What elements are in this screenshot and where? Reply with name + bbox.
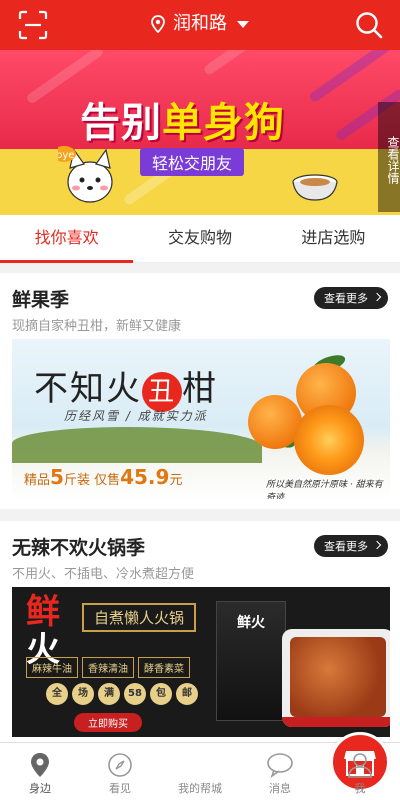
hotpot-offer: 全 场 满 58 包 邮 bbox=[46, 683, 198, 705]
hotpot-bowl-icon bbox=[282, 629, 390, 727]
fruit-headline: 不知火丑柑 bbox=[34, 361, 218, 412]
fruit-promo-image[interactable]: 不知火丑柑 历经风雪 / 成就实力派 精品5斤装 仅售45.9元 所以美自然原汁… bbox=[12, 339, 390, 499]
bottom-navigation: 身边 看见 我的帮城 消息 我 bbox=[0, 732, 400, 800]
location-pin-icon bbox=[31, 753, 49, 777]
top-header: 润和路 bbox=[0, 0, 400, 50]
orange-icon bbox=[294, 405, 364, 475]
section-card-fruit: 鲜果季 现摘自家种丑柑，新鲜又健康 查看更多 不知火丑柑 历经风雪 / 成就实力… bbox=[0, 273, 400, 509]
dog-mascot-icon: bye bbox=[58, 146, 113, 203]
pet-bowl-icon bbox=[292, 174, 338, 201]
section-title: 鲜果季 bbox=[12, 289, 70, 311]
hotpot-flavors: 麻辣牛油 香辣清油 酵香素菜 bbox=[26, 657, 190, 678]
nav-item-nearby[interactable]: 身边 bbox=[0, 752, 80, 796]
search-icon[interactable] bbox=[354, 10, 384, 40]
fruit-script-text: 所以美自然原汁原味 · 甜来有奇迹 bbox=[266, 480, 383, 499]
fruit-price: 精品5斤装 仅售45.9元 bbox=[24, 465, 183, 489]
nav-item-messages[interactable]: 消息 bbox=[240, 752, 320, 796]
hotpot-package: 鲜火 bbox=[216, 601, 286, 721]
banner-detail-link[interactable]: 查看详情 bbox=[378, 102, 400, 212]
section-subtitle: 不用火、不插电、冷水煮超方便 bbox=[12, 567, 195, 582]
view-more-button[interactable]: 查看更多 bbox=[314, 535, 388, 557]
chat-bubble-icon bbox=[267, 753, 293, 778]
compass-icon bbox=[108, 753, 132, 777]
chevron-down-icon bbox=[236, 20, 249, 28]
tab-store-shopping[interactable]: 进店选购 bbox=[267, 215, 400, 262]
nav-item-my-city[interactable]: 我的帮城 bbox=[160, 732, 390, 796]
tab-find-favorites[interactable]: 找你喜欢 bbox=[0, 215, 134, 263]
section-card-hotpot: 无辣不欢火锅季 不用火、不插电、冷水煮超方便 查看更多 鲜 火 自煮懒人火锅 麻… bbox=[0, 521, 400, 743]
location-label: 润和路 bbox=[173, 13, 227, 34]
banner-title: 告别单身狗 bbox=[80, 100, 285, 146]
fruit-tagline: 历经风雪 / 成就实力派 bbox=[64, 409, 208, 423]
location-selector[interactable]: 润和路 bbox=[0, 12, 400, 36]
view-more-button[interactable]: 查看更多 bbox=[314, 287, 388, 309]
section-subtitle: 现摘自家种丑柑，新鲜又健康 bbox=[12, 319, 182, 334]
hotpot-slogan: 自煮懒人火锅 bbox=[82, 603, 197, 632]
nav-item-me[interactable]: 我 bbox=[320, 752, 400, 796]
bye-sticker: bye bbox=[58, 150, 74, 161]
user-icon bbox=[348, 753, 372, 778]
banner-subtitle: 轻松交朋友 bbox=[140, 148, 245, 176]
buy-now-button[interactable]: 立即购买 bbox=[74, 713, 142, 732]
category-tabs: 找你喜欢 交友购物 进店选购 bbox=[0, 215, 400, 263]
section-title: 无辣不欢火锅季 bbox=[12, 537, 146, 559]
hotpot-promo-image[interactable]: 鲜 火 自煮懒人火锅 麻辣牛油 香辣清油 酵香素菜 全 场 满 58 包 邮 立… bbox=[12, 587, 390, 737]
promo-banner[interactable]: 告别单身狗 轻松交朋友 查看详情 bye bbox=[0, 50, 400, 215]
nav-item-discover[interactable]: 看见 bbox=[80, 752, 160, 796]
tab-social-shopping[interactable]: 交友购物 bbox=[133, 215, 266, 262]
location-pin-icon bbox=[151, 15, 166, 33]
